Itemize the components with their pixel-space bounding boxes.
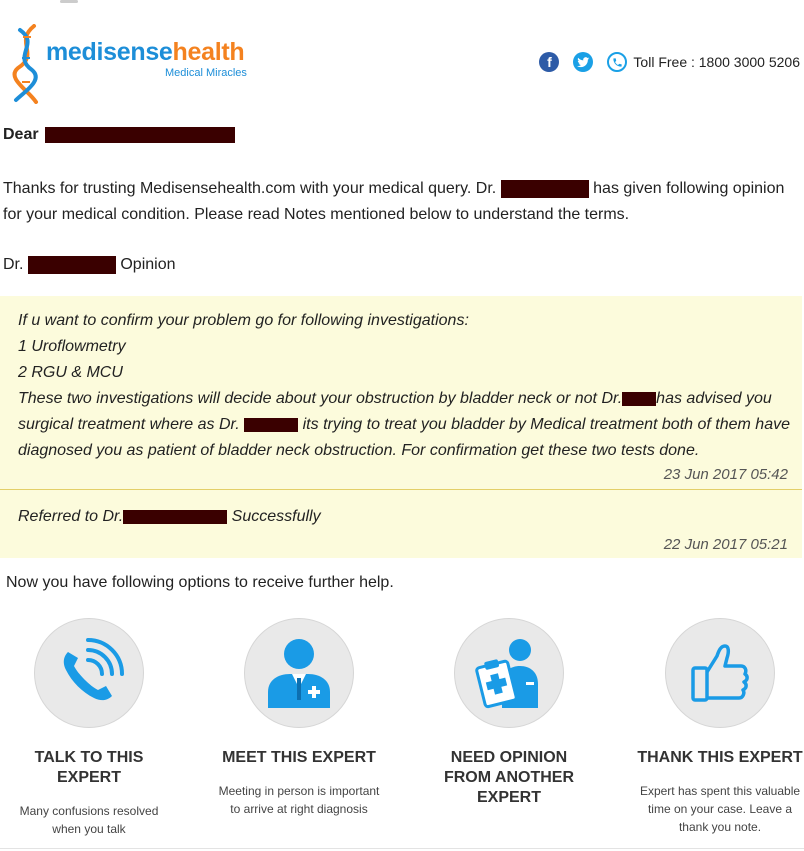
option-desc-line: to arrive at right diagnosis [230, 802, 368, 816]
option-description: Expert has spent this valuable time on y… [625, 782, 804, 836]
phone-call-icon [63, 638, 124, 701]
option-title-line: EXPERT [476, 789, 541, 806]
intro-text-1: Thanks for trusting Medisensehealth.com … [3, 180, 497, 197]
top-strip-fragment [60, 0, 78, 3]
referral-prefix: Referred to Dr. [18, 508, 124, 525]
toll-free-number[interactable]: Toll Free : 1800 3000 5206 [633, 54, 800, 70]
option-icon-circle[interactable] [244, 618, 354, 728]
option-title-line: THANK THIS EXPERT [637, 749, 803, 766]
option-description: Meeting in person is important to arrive… [204, 782, 394, 818]
contact-bar: f Toll Free : 1800 3000 5206 [539, 50, 800, 74]
option-desc-line: Meeting in person is important [218, 784, 380, 798]
brand-name-part2: health [172, 38, 245, 66]
email-header: medisensehealth Medical Miracles f Toll … [0, 18, 804, 108]
opinion-timestamp: 23 Jun 2017 05:42 [663, 466, 788, 483]
opinion-text: If u want to confirm your problem go for… [18, 308, 798, 464]
option-icon-circle[interactable] [454, 618, 564, 728]
option-icon-circle[interactable] [665, 618, 775, 728]
option-title-line: TALK TO THIS [34, 749, 144, 766]
opinion-heading: Dr. Opinion [3, 254, 176, 276]
option-title-line: EXPERT [56, 769, 121, 786]
opinion-panel: If u want to confirm your problem go for… [0, 296, 802, 558]
top-strip [0, 0, 804, 8]
brand-name: medisensehealth [46, 38, 245, 67]
redacted-doctor-name [622, 391, 657, 406]
phone-icon[interactable] [607, 52, 628, 72]
greeting: Dear [3, 126, 236, 144]
option-talk-to-expert[interactable]: TALK TO THIS EXPERT Many confusions reso… [0, 618, 184, 838]
options-intro: Now you have following options to receiv… [6, 574, 394, 591]
opinion-line: 1 Uroflowmetry [18, 338, 126, 355]
option-desc-line: thank you note. [678, 820, 762, 834]
option-meet-expert[interactable]: MEET THIS EXPERT Meeting in person is im… [204, 618, 394, 818]
option-title[interactable]: THANK THIS EXPERT [625, 748, 804, 768]
referral-timestamp: 22 Jun 2017 05:21 [663, 536, 788, 553]
referral-suffix: Successfully [231, 508, 321, 525]
option-title-line: NEED OPINION [450, 749, 568, 766]
thumbs-up-icon [691, 644, 749, 702]
opinion-line: 2 RGU & MCU [18, 364, 123, 381]
option-description: Many confusions resolved when you talk [0, 802, 184, 838]
brand-name-part1: medisense [46, 38, 173, 66]
option-title[interactable]: TALK TO THIS EXPERT [0, 748, 184, 788]
opinion-heading-suffix: Opinion [120, 256, 176, 273]
option-icon-circle[interactable] [34, 618, 144, 728]
salutation: Dear [3, 126, 39, 143]
redacted-patient-name [45, 126, 236, 143]
opinion-para-part1: These two investigations will decide abo… [18, 390, 623, 407]
referral-entry: Referred to Dr. Successfully [18, 508, 321, 526]
dna-helix-icon [12, 24, 38, 104]
option-desc-line: Many confusions resolved [19, 804, 159, 818]
intro-paragraph: Thanks for trusting Medisensehealth.com … [3, 176, 803, 228]
opinion-line: If u want to confirm your problem go for… [18, 312, 469, 329]
option-desc-line: Expert has spent this valuable [639, 784, 801, 798]
redacted-doctor-name [500, 179, 589, 198]
option-another-opinion[interactable]: NEED OPINION FROM ANOTHER EXPERT [414, 618, 604, 808]
redacted-doctor-name [27, 255, 116, 274]
options-grid: TALK TO THIS EXPERT Many confusions reso… [0, 618, 804, 843]
option-title-line: MEET THIS EXPERT [222, 749, 376, 766]
option-thank-expert[interactable]: THANK THIS EXPERT Expert has spent this … [625, 618, 804, 836]
redacted-doctor-name [123, 509, 228, 524]
redacted-doctor-name [244, 417, 299, 432]
opinion-entry: If u want to confirm your problem go for… [0, 296, 802, 490]
twitter-icon[interactable] [573, 52, 594, 72]
facebook-icon[interactable]: f [539, 52, 560, 72]
option-desc-line: when you talk [52, 822, 126, 836]
option-title-line: FROM ANOTHER [443, 769, 575, 786]
brand-logo[interactable]: medisensehealth Medical Miracles [10, 24, 250, 104]
option-title[interactable]: NEED OPINION FROM ANOTHER EXPERT [414, 748, 604, 808]
opinion-heading-prefix: Dr. [3, 256, 24, 273]
footer-divider [0, 848, 804, 849]
second-opinion-icon [475, 639, 538, 709]
brand-tagline: Medical Miracles [165, 67, 247, 79]
option-desc-line: time on your case. Leave a [647, 802, 793, 816]
opinion-paragraph: These two investigations will decide abo… [18, 386, 798, 464]
option-title[interactable]: MEET THIS EXPERT [204, 748, 394, 768]
doctor-icon [268, 639, 330, 708]
